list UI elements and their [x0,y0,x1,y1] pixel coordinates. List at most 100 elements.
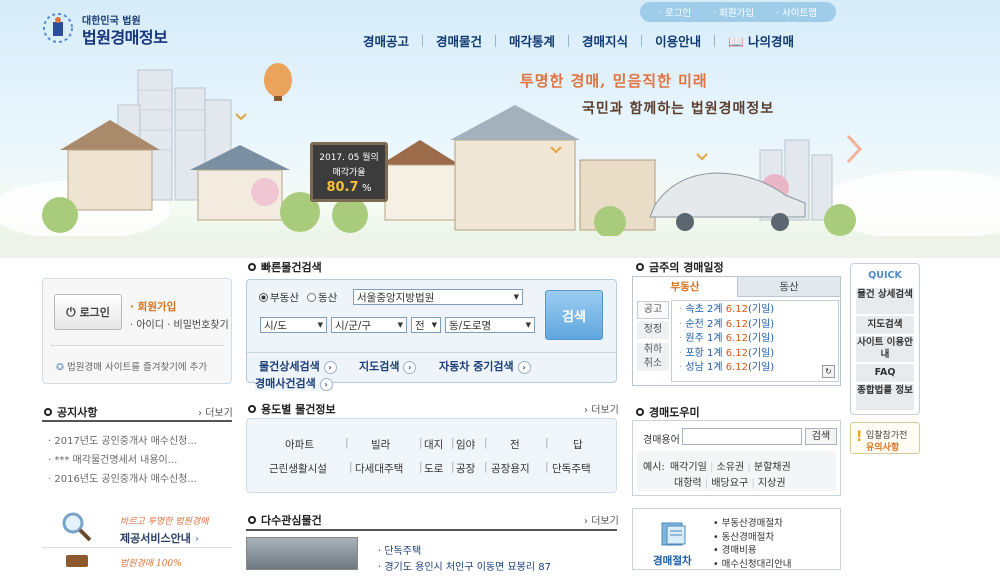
bookmark-link[interactable]: ✪ 법원경매 사이트를 즐겨찾기에 추가 [56,359,207,373]
list-item[interactable]: · *** 매각물건명세서 내용이... [48,451,197,470]
usage-field[interactable]: 전 [510,437,520,452]
term-link[interactable]: 분할채권 [754,462,791,473]
term-link[interactable]: 지상권 [758,478,786,489]
login-button[interactable]: ⏻ 로그인 [54,294,122,330]
quick-item-legal-info[interactable]: 종합법률 정보 [856,384,914,410]
radio-realestate[interactable]: 부동산 [259,290,299,305]
procedure-link[interactable]: • 동산경매절차 [713,531,792,545]
sigungu-select[interactable]: 시/군/구 ▼ [331,317,407,333]
bullet-icon [636,263,644,271]
sido-select[interactable]: 시/도 ▼ [260,317,327,333]
usage-detached-house[interactable]: 단독주택 [552,461,591,476]
site-title[interactable]: 법원경매정보 [82,24,168,48]
usage-forest[interactable]: 임야 [456,437,475,452]
quick-menu: QUICK 물건 상세검색 지도검색 사이트 이용안내 FAQ 종합법률 정보 [850,263,920,415]
nav-auction-knowledge[interactable]: 경매지식 [569,31,641,50]
usage-apartment[interactable]: 아파트 [285,437,314,452]
service-guide-banner[interactable]: 바르고 투명한 법원경매 제공서비스안내 › [42,506,232,548]
list-item[interactable]: · 경기도 용인시 처인구 이동면 묘봉리 87 [378,560,551,576]
schedule-list: · 속초 2계 6.12(기일) · 순천 2계 6.12(기일) · 원주 1… [671,300,839,382]
schedule-row[interactable]: · 원주 1계 6.12(기일) [679,332,838,347]
auction-banner-2[interactable]: 법원경매 100% [42,552,232,570]
procedure-link[interactable]: • 부동산경매절차 [713,517,792,531]
usage-paddy[interactable]: 답 [573,437,583,452]
helper-label: 경매용어 [643,435,680,446]
schedule-row[interactable]: · 포항 1계 6.12(기일) [679,347,838,362]
scroll-icon[interactable]: ↻ [822,365,835,378]
helper-term-input[interactable] [682,428,802,445]
arrow-circle-icon: › [403,361,417,374]
schedule-row[interactable]: · 순천 2계 6.12(기일) [679,318,838,333]
helper-search-button[interactable]: 검색 [805,428,837,445]
jeon-select[interactable]: 전 ▼ [411,317,441,333]
vehicle-search-link[interactable]: 자동차 중기검색 › [439,358,531,374]
join-link[interactable]: · 회원가입 [130,299,176,314]
find-id-password-link[interactable]: · 아이디 · 비밀번호찾기 [130,316,229,331]
court-select[interactable]: 서울중앙지방법원 ▼ [353,289,523,305]
schedule-row[interactable]: · 속초 2계 6.12(기일) [679,303,838,318]
schedule-row[interactable]: · 성남 1계 6.12(기일) [679,361,838,376]
usage-neighborhood[interactable]: 근린생활시설 [269,461,327,476]
helper-title: 경매도우미 [636,404,700,420]
nav-auction-items[interactable]: 경매물건 [423,31,495,50]
usage-land[interactable]: 대지 [424,437,443,452]
nav-usage-guide[interactable]: 이용안내 [642,31,714,50]
term-link[interactable]: 배당요구 [711,478,748,489]
term-link[interactable]: 매각기일 [670,462,707,473]
label-withdraw[interactable]: 취하 [637,343,669,357]
tab-movable[interactable]: 동산 [738,277,840,297]
court-logo-icon[interactable] [38,10,78,46]
list-item[interactable]: · 단독주택 [378,544,551,560]
usage-more-link[interactable]: › 더보기 [584,401,619,416]
usage-factory-site[interactable]: 공장용지 [491,461,530,476]
billboard-unit: % [362,183,372,194]
usage-multi-house[interactable]: 다세대주택 [355,461,403,476]
utility-bar: · 로그인 · 회원가입 · 사이트맵 [640,2,836,22]
radio-movable[interactable]: 동산 [307,290,337,305]
util-join-link[interactable]: · 회원가입 [713,5,754,19]
map-search-link[interactable]: 지도검색 › [359,358,417,374]
bidding-notice-button[interactable]: ! 입찰참가전 유의사항 [850,422,920,454]
quick-item-site-guide[interactable]: 사이트 이용안내 [856,336,914,362]
procedure-link[interactable]: • 경매비용 [713,544,792,558]
usage-villa[interactable]: 빌라 [371,437,390,452]
util-sitemap-link[interactable]: · 사이트맵 [776,5,817,19]
interest-thumbnail[interactable] [246,537,358,570]
usage-factory[interactable]: 공장 [456,461,475,476]
list-item[interactable]: · 2017년도 공인중개사 매수신청... [48,432,197,451]
helper-terms-row-2: 대항력 | 배당요구 | 지상권 [674,478,786,489]
power-icon: ⏻ [66,304,76,319]
procedure-label[interactable]: 경매절차 [653,553,692,568]
dong-select[interactable]: 동/도로명 ▼ [445,317,535,333]
nav-my-auction[interactable]: 📖 나의경매 [715,31,807,50]
procedure-link[interactable]: • 매수신청대리안내 [713,558,792,572]
dropdown-arrow-icon: ▼ [317,321,323,329]
usage-road[interactable]: 도로 [424,461,443,476]
radio-unchecked-icon [307,293,316,302]
star-icon: ✪ [56,362,64,373]
term-link[interactable]: 소유권 [717,462,745,473]
term-link[interactable]: 대항력 [674,478,702,489]
util-login-link[interactable]: · 로그인 [659,5,691,19]
quick-item-map-search[interactable]: 지도검색 [856,316,914,334]
tab-realestate[interactable]: 부동산 [633,277,738,297]
interest-more-link[interactable]: › 더보기 [584,512,619,527]
quick-search-button[interactable]: 검색 [545,290,603,340]
nav-auction-notice[interactable]: 경매공고 [350,31,422,50]
quick-item-detail-search[interactable]: 물건 상세검색 [856,288,914,314]
label-cancel[interactable]: 취소 [637,357,669,371]
hero-next-arrow-icon[interactable] [843,133,865,165]
notice-more-link[interactable]: › 더보기 [198,404,233,419]
list-item[interactable]: · 2016년도 공인중개사 매수신청... [48,470,197,489]
detail-search-link[interactable]: 물건상세검색 › [259,358,337,374]
nav-sale-statistics[interactable]: 매각통계 [496,31,568,50]
quick-item-faq[interactable]: FAQ [856,364,914,382]
quick-menu-title: QUICK [868,270,902,281]
bullet-icon [636,408,644,416]
arrow-circle-icon: › [517,361,531,374]
case-search-link[interactable]: 경매사건검색 › [255,375,333,391]
bullet-icon [248,516,256,524]
label-notice[interactable]: 공고 [637,301,669,319]
document-icon [659,521,689,547]
label-correction[interactable]: 정정 [637,321,669,339]
